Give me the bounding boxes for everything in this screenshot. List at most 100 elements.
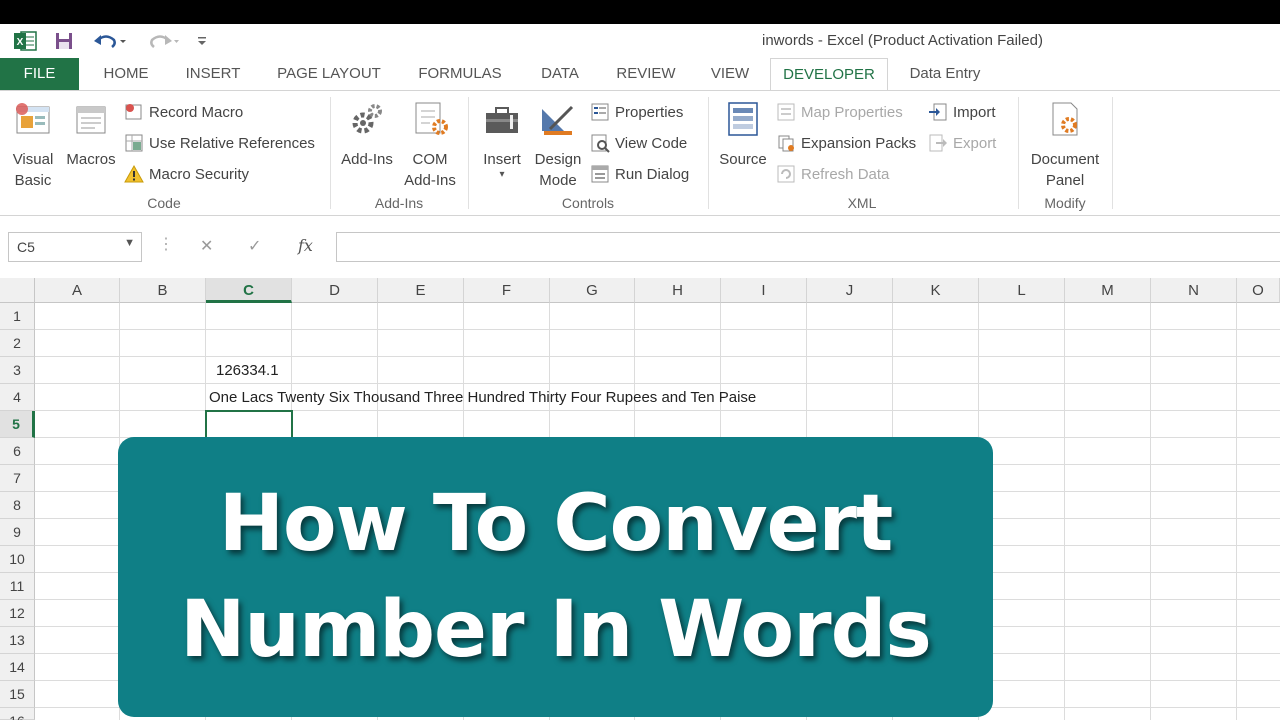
visual-basic-button[interactable]: Visual Basic xyxy=(8,99,58,191)
row-header-6[interactable]: 6 xyxy=(0,438,35,465)
tab-data-entry[interactable]: Data Entry xyxy=(902,58,988,90)
cell-c3[interactable]: 126334.1 xyxy=(216,362,279,379)
column-header-j[interactable]: J xyxy=(807,278,893,303)
com-add-ins-icon xyxy=(415,102,448,135)
row-header-2[interactable]: 2 xyxy=(0,330,35,357)
column-header-b[interactable]: B xyxy=(120,278,206,303)
row-header-16[interactable]: 16 xyxy=(0,708,35,720)
document-panel-button[interactable]: Document Panel xyxy=(1024,99,1106,191)
column-header-o[interactable]: O xyxy=(1237,278,1280,303)
cancel-icon[interactable]: ✕ xyxy=(200,236,213,256)
design-mode-button[interactable]: Design Mode xyxy=(530,99,586,191)
active-cell-c5[interactable] xyxy=(205,410,293,439)
redo-icon[interactable] xyxy=(142,29,182,53)
formula-input[interactable] xyxy=(336,232,1280,262)
import-button[interactable]: Import xyxy=(928,101,996,123)
column-header-a[interactable]: A xyxy=(35,278,120,303)
enter-icon[interactable]: ✓ xyxy=(248,236,261,256)
row-header-7[interactable]: 7 xyxy=(0,465,35,492)
save-icon[interactable] xyxy=(52,29,76,53)
row-header-15[interactable]: 15 xyxy=(0,681,35,708)
macro-security-button[interactable]: Macro Security xyxy=(124,163,249,185)
export-icon xyxy=(929,134,947,152)
tab-file[interactable]: FILE xyxy=(0,58,79,90)
grid-line xyxy=(1064,303,1065,720)
properties-button[interactable]: Properties xyxy=(590,101,683,123)
group-separator xyxy=(708,97,709,209)
top-black-bar xyxy=(0,0,1280,24)
chevron-down-icon[interactable]: ▼ xyxy=(124,237,135,249)
chevron-down-icon: ▾ xyxy=(499,169,505,180)
use-relative-references-button[interactable]: Use Relative References xyxy=(124,132,315,154)
insert-control-button[interactable]: Insert ▾ xyxy=(476,99,528,180)
cell-c4[interactable]: One Lacs Twenty Six Thousand Three Hundr… xyxy=(209,389,756,406)
warning-icon xyxy=(124,164,144,183)
column-header-c[interactable]: C xyxy=(206,278,292,303)
export-button[interactable]: Export xyxy=(928,132,996,154)
row-header-5[interactable]: 5 xyxy=(0,411,35,438)
expansion-packs-label: Expansion Packs xyxy=(801,134,917,152)
tab-page-layout[interactable]: PAGE LAYOUT xyxy=(274,58,384,90)
add-ins-button[interactable]: Add-Ins xyxy=(336,99,398,170)
insert-control-label: Insert xyxy=(483,151,521,168)
group-label-controls: Controls xyxy=(561,195,615,211)
visual-basic-label: Visual Basic xyxy=(12,151,54,189)
tab-formulas[interactable]: FORMULAS xyxy=(415,58,505,90)
row-header-11[interactable]: 11 xyxy=(0,573,35,600)
column-header-n[interactable]: N xyxy=(1151,278,1237,303)
row-header-14[interactable]: 14 xyxy=(0,654,35,681)
column-header-g[interactable]: G xyxy=(550,278,635,303)
formula-bar: C5 ▼ ⋮ ✕ ✓ fx xyxy=(0,216,1280,278)
relative-references-icon xyxy=(125,134,143,152)
row-header-13[interactable]: 13 xyxy=(0,627,35,654)
column-header-i[interactable]: I xyxy=(721,278,807,303)
tab-data[interactable]: DATA xyxy=(536,58,584,90)
map-properties-button[interactable]: Map Properties xyxy=(776,101,903,123)
refresh-data-button[interactable]: Refresh Data xyxy=(776,163,889,185)
row-header-4[interactable]: 4 xyxy=(0,384,35,411)
view-code-icon xyxy=(591,134,610,153)
customize-qat-icon[interactable] xyxy=(194,29,210,53)
tab-view[interactable]: VIEW xyxy=(708,58,752,90)
com-add-ins-button[interactable]: COM Add-Ins xyxy=(400,99,460,191)
expansion-packs-button[interactable]: Expansion Packs xyxy=(776,132,916,154)
ribbon-tabs: FILE HOME INSERT PAGE LAYOUT FORMULAS DA… xyxy=(0,58,1280,91)
record-macro-icon xyxy=(125,104,142,120)
ribbon: Visual Basic Macros Record Macro Use Rel… xyxy=(0,90,1280,216)
row-header-3[interactable]: 3 xyxy=(0,357,35,384)
row-header-12[interactable]: 12 xyxy=(0,600,35,627)
add-ins-label: Add-Ins xyxy=(341,151,393,168)
row-header-1[interactable]: 1 xyxy=(0,303,35,330)
tab-insert[interactable]: INSERT xyxy=(183,58,243,90)
document-panel-label: Document Panel xyxy=(1030,151,1100,189)
row-header-8[interactable]: 8 xyxy=(0,492,35,519)
macros-icon xyxy=(76,106,106,134)
record-macro-label: Record Macro xyxy=(149,103,244,121)
source-button[interactable]: Source xyxy=(714,99,772,170)
column-header-h[interactable]: H xyxy=(635,278,721,303)
tab-developer[interactable]: DEVELOPER xyxy=(770,58,888,91)
column-header-l[interactable]: L xyxy=(979,278,1065,303)
view-code-button[interactable]: View Code xyxy=(590,132,687,154)
insert-function-icon[interactable]: fx xyxy=(298,236,313,255)
column-header-d[interactable]: D xyxy=(292,278,378,303)
design-mode-label: Design Mode xyxy=(534,151,582,189)
run-dialog-button[interactable]: Run Dialog xyxy=(590,163,689,185)
column-header-k[interactable]: K xyxy=(893,278,979,303)
view-code-label: View Code xyxy=(615,134,688,152)
undo-icon[interactable] xyxy=(90,29,130,53)
column-header-f[interactable]: F xyxy=(464,278,550,303)
column-header-m[interactable]: M xyxy=(1065,278,1151,303)
name-box[interactable]: C5 ▼ xyxy=(8,232,142,262)
tab-home[interactable]: HOME xyxy=(100,58,152,90)
xml-source-icon xyxy=(728,102,758,136)
row-header-9[interactable]: 9 xyxy=(0,519,35,546)
macros-button[interactable]: Macros xyxy=(62,99,120,170)
tab-review[interactable]: REVIEW xyxy=(615,58,677,90)
record-macro-button[interactable]: Record Macro xyxy=(124,101,243,123)
title-banner: How To Convert Number In Words xyxy=(118,437,993,717)
column-header-e[interactable]: E xyxy=(378,278,464,303)
select-all-corner[interactable] xyxy=(0,278,35,303)
row-header-10[interactable]: 10 xyxy=(0,546,35,573)
document-panel-icon xyxy=(1052,102,1078,136)
